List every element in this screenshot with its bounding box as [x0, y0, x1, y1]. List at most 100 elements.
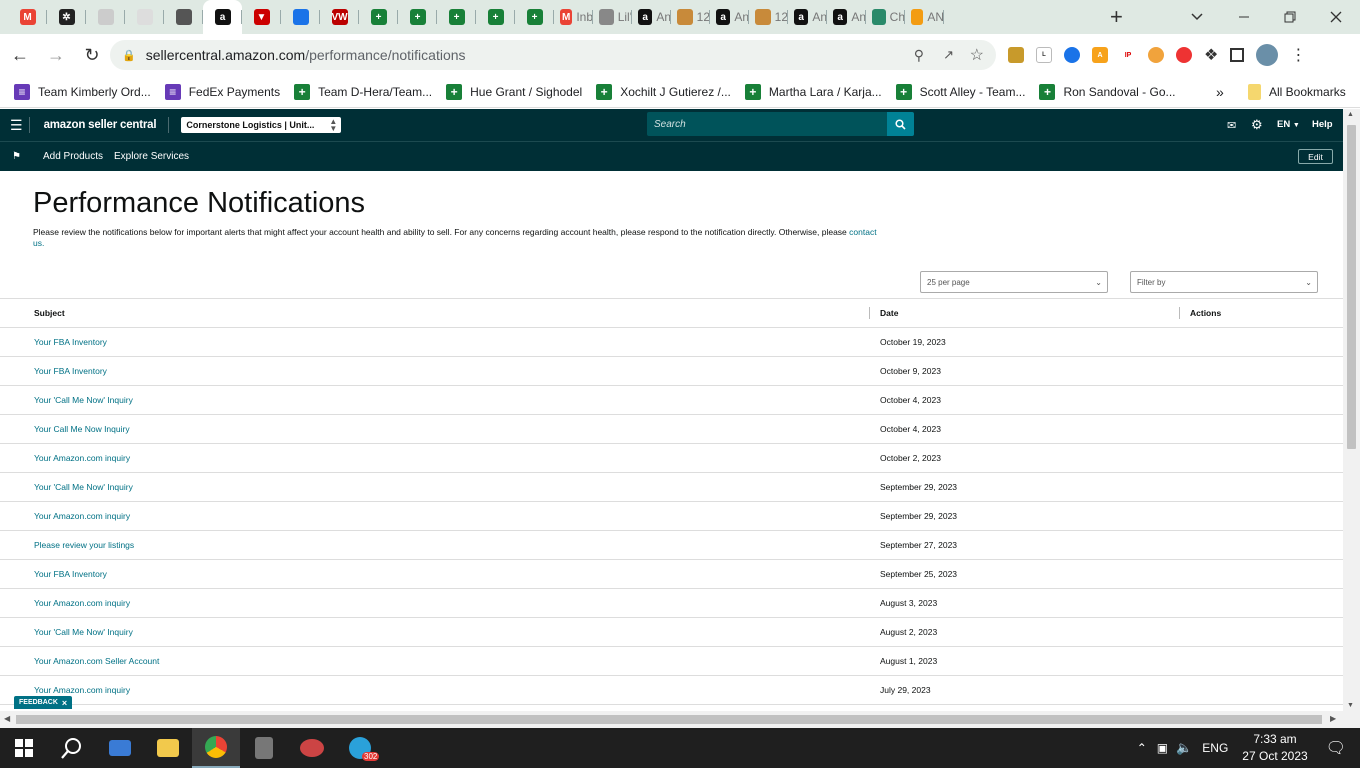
notification-subject-link[interactable]: Your Amazon.com inquiry [0, 502, 870, 530]
reload-button[interactable]: ↻ [76, 39, 108, 71]
extension-alert-icon[interactable]: IP [1120, 47, 1136, 63]
network-icon[interactable]: ▣ [1157, 741, 1168, 755]
extension-boost-icon[interactable]: A [1092, 47, 1108, 63]
column-date[interactable]: Date [870, 299, 1180, 327]
browser-tab[interactable]: a An [632, 0, 671, 34]
minimize-button[interactable] [1238, 0, 1254, 34]
browser-tab[interactable]: a An [710, 0, 749, 34]
subnav-explore-services[interactable]: Explore Services [114, 151, 189, 162]
browser-tab[interactable] [164, 0, 203, 34]
volume-icon[interactable]: 🔈 [1176, 740, 1192, 756]
scroll-thumb[interactable] [16, 715, 1322, 724]
new-tab-button[interactable]: + [1110, 0, 1123, 34]
input-language[interactable]: ENG [1202, 741, 1228, 755]
browser-tab[interactable]: M Inb [554, 0, 593, 34]
browser-tab[interactable]: + [398, 0, 437, 34]
notification-subject-link[interactable]: Your FBA Inventory [0, 328, 870, 356]
browser-tab[interactable]: a An [827, 0, 866, 34]
notification-subject-link[interactable]: Your Amazon.com inquiry [0, 444, 870, 472]
side-panel-icon[interactable] [1230, 48, 1245, 62]
language-selector[interactable]: EN ▼ [1277, 119, 1300, 130]
taskbar-app-calculator[interactable] [240, 728, 288, 768]
notification-subject-link[interactable]: Please review your listings [0, 531, 870, 559]
extension-honey-icon[interactable] [1008, 47, 1024, 63]
notification-subject-link[interactable]: Your Call Me Now Inquiry [0, 415, 870, 443]
browser-tab[interactable]: 12 [671, 0, 710, 34]
filter-select[interactable]: Filter by ⌄ [1130, 271, 1318, 293]
browser-tab[interactable]: M [8, 0, 47, 34]
tab-search-button[interactable] [1190, 0, 1210, 34]
start-button[interactable] [0, 728, 48, 768]
browser-tab[interactable]: VW [320, 0, 359, 34]
bookmark-item[interactable]: + Hue Grant / Sighodel [446, 83, 582, 100]
bookmark-item[interactable]: ≡ Team Kimberly Ord... [14, 83, 151, 100]
notification-subject-link[interactable]: Your 'Call Me Now' Inquiry [0, 386, 870, 414]
bookmark-item[interactable]: ≡ FedEx Payments [164, 83, 280, 100]
account-switcher[interactable]: Cornerstone Logistics | Unit... ▲ ▼ [181, 117, 342, 133]
close-window-button[interactable] [1330, 0, 1346, 34]
bookmark-item[interactable]: + Martha Lara / Karja... [744, 83, 882, 100]
edit-button[interactable]: Edit [1298, 149, 1333, 164]
hamburger-menu-icon[interactable]: ☰ [10, 117, 23, 134]
browser-tab[interactable] [86, 0, 125, 34]
column-subject[interactable]: Subject [0, 299, 870, 327]
browser-tab[interactable]: Ch [866, 0, 905, 34]
notification-subject-link[interactable]: Your Amazon.com inquiry [0, 676, 870, 704]
browser-tab[interactable]: ▼ [242, 0, 281, 34]
bookmark-item[interactable]: + Xochilt J Gutierez /... [596, 83, 731, 100]
browser-tab[interactable]: a [203, 0, 242, 34]
horizontal-scrollbar[interactable]: ◀ ▶ [0, 711, 1360, 728]
help-link[interactable]: Help [1312, 119, 1333, 130]
menu-kebab-icon[interactable]: ⋮ [1290, 45, 1306, 65]
feedback-button[interactable]: FEEDBACK × [14, 696, 73, 709]
address-bar[interactable]: 🔒 sellercentral.amazon.com/performance/n… [110, 40, 996, 70]
browser-tab[interactable]: AN [905, 0, 944, 34]
bookmark-star-icon[interactable]: ☆ [970, 45, 984, 65]
clock[interactable]: 7:33 am 27 Oct 2023 [1242, 731, 1307, 765]
taskbar-app-snipping[interactable] [288, 728, 336, 768]
extension-pokeball-icon[interactable] [1176, 47, 1192, 63]
browser-tab[interactable]: + [515, 0, 554, 34]
share-icon[interactable]: ↗ [943, 47, 954, 63]
taskbar-app-telegram[interactable]: 302 [336, 728, 384, 768]
seller-central-logo[interactable]: amazon seller central [44, 119, 157, 131]
scroll-right-icon[interactable]: ▶ [1330, 714, 1336, 723]
profile-avatar[interactable] [1256, 44, 1279, 66]
extension-login-icon[interactable]: L [1036, 47, 1052, 63]
bookmark-flag-icon[interactable]: ⚑ [12, 151, 21, 162]
extension-orange-icon[interactable] [1148, 47, 1164, 63]
search-button[interactable] [48, 728, 96, 768]
more-bookmarks-icon[interactable]: » [1216, 84, 1224, 100]
search-input[interactable]: Search [647, 112, 887, 136]
scroll-down-icon[interactable]: ▼ [1347, 702, 1354, 709]
settings-gear-icon[interactable]: ⚙ [1251, 117, 1263, 133]
browser-tab[interactable] [281, 0, 320, 34]
forward-button[interactable]: → [40, 39, 72, 71]
notification-subject-link[interactable]: Your FBA Inventory [0, 357, 870, 385]
zoom-icon[interactable]: ⚲ [914, 47, 924, 64]
scroll-thumb[interactable] [1347, 125, 1356, 449]
browser-tab[interactable]: ✲ [47, 0, 86, 34]
mail-icon[interactable]: ✉ [1227, 119, 1236, 132]
browser-tab[interactable]: 12 [749, 0, 788, 34]
browser-tab[interactable]: + [359, 0, 398, 34]
extensions-puzzle-icon[interactable]: ❖ [1204, 45, 1218, 65]
taskbar-app-file-explorer[interactable] [144, 728, 192, 768]
browser-tab[interactable]: + [437, 0, 476, 34]
extension-helium-icon[interactable] [1064, 47, 1080, 63]
scroll-up-icon[interactable]: ▲ [1347, 111, 1354, 118]
back-button[interactable]: ← [4, 39, 36, 71]
notifications-icon[interactable]: 🗨 [1326, 738, 1346, 758]
subnav-add-products[interactable]: Add Products [43, 151, 103, 162]
notification-subject-link[interactable]: Your Amazon.com inquiry [0, 589, 870, 617]
close-icon[interactable]: × [62, 698, 67, 708]
all-bookmarks-button[interactable]: All Bookmarks [1248, 83, 1346, 100]
bookmark-item[interactable]: + Team D-Hera/Team... [294, 83, 432, 100]
bookmark-item[interactable]: + Scott Alley - Team... [895, 83, 1025, 100]
notification-subject-link[interactable]: Your 'Call Me Now' Inquiry [0, 473, 870, 501]
vertical-scrollbar[interactable]: ▲ ▼ [1343, 109, 1360, 711]
browser-tab[interactable] [125, 0, 164, 34]
bookmark-item[interactable]: + Ron Sandoval - Go... [1039, 83, 1176, 100]
browser-tab[interactable]: + [476, 0, 515, 34]
search-button[interactable] [887, 112, 914, 136]
